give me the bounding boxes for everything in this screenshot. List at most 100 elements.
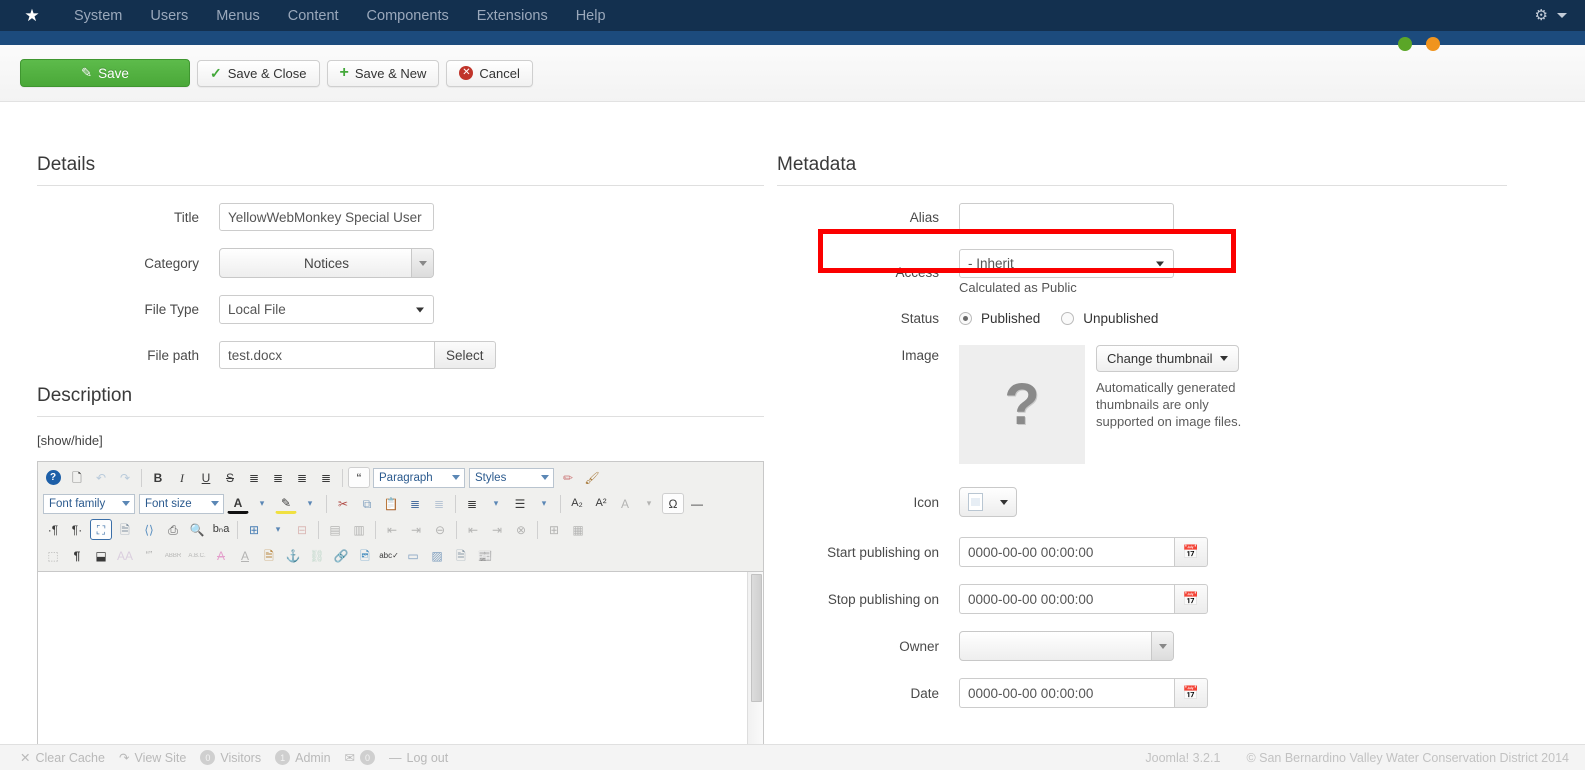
delete-column-icon[interactable]: ⊗ <box>510 519 532 540</box>
chevron-down-icon[interactable] <box>411 249 433 277</box>
access-select[interactable]: - Inherit <box>959 249 1174 278</box>
visual-aid-icon[interactable]: ⬚ <box>42 545 64 566</box>
rtl-direction-icon[interactable]: ¶· <box>66 519 88 540</box>
blockquote-icon[interactable]: “ <box>348 467 370 488</box>
cut-icon[interactable]: ✂ <box>332 493 354 514</box>
show-invisible-characters-icon[interactable]: ¶ <box>66 545 88 566</box>
link-icon[interactable]: 🔗 <box>330 545 352 566</box>
underline-icon[interactable]: U <box>195 467 217 488</box>
clear-formatting-icon[interactable]: A <box>614 493 636 514</box>
file-path-input[interactable] <box>219 341 434 369</box>
editor-content-area[interactable] <box>38 572 763 749</box>
change-thumbnail-button[interactable]: Change thumbnail <box>1096 345 1239 372</box>
topbar-user-options[interactable]: ⚙ <box>1535 0 1567 31</box>
find-replace-icon[interactable]: 🔍 <box>186 519 208 540</box>
title-input[interactable] <box>219 203 434 231</box>
print-icon[interactable]: ⎙ <box>162 519 184 540</box>
calendar-icon[interactable]: 📅 <box>1174 678 1208 708</box>
numbered-list-icon[interactable]: ≣ <box>461 493 483 514</box>
save-and-new-button[interactable]: + Save & New <box>326 59 440 87</box>
clear-formatting-dropdown-icon[interactable]: ▾ <box>638 493 660 514</box>
bullet-list-dropdown-icon[interactable]: ▾ <box>533 493 555 514</box>
joomla-logo-icon[interactable]: ★ <box>20 4 44 28</box>
status-unpublished-radio[interactable] <box>1061 312 1075 325</box>
insert-row-after-icon[interactable]: ⇥ <box>405 519 427 540</box>
menu-item-users[interactable]: Users <box>136 3 202 29</box>
ltr-direction-icon[interactable]: ·¶ <box>42 519 64 540</box>
bold-icon[interactable]: B <box>147 467 169 488</box>
spellcheck-icon[interactable]: bₙa <box>210 519 232 540</box>
toggle-absolute-icon[interactable]: ▨ <box>426 545 448 566</box>
special-character-icon[interactable]: Ω <box>662 493 684 514</box>
italic-icon[interactable]: I <box>171 467 193 488</box>
menu-item-menus[interactable]: Menus <box>202 3 274 29</box>
insert-template-icon[interactable]: 🗎 <box>450 545 472 566</box>
owner-select[interactable] <box>959 631 1174 661</box>
acronym-icon[interactable]: A.B.C. <box>186 545 208 566</box>
paragraph-format-select[interactable]: Paragraph <box>373 467 465 488</box>
align-right-icon[interactable]: ≣ <box>291 467 313 488</box>
alias-input[interactable] <box>959 203 1174 231</box>
insert-layer-icon[interactable]: ▭ <box>402 545 424 566</box>
stop-publishing-input[interactable] <box>959 584 1174 614</box>
align-justify-icon[interactable]: ≣ <box>315 467 337 488</box>
bullet-list-icon[interactable]: ☰ <box>509 493 531 514</box>
gear-icon[interactable]: ⚙ <box>1535 8 1548 23</box>
clear-cache-link[interactable]: ✕ Clear Cache <box>20 750 105 766</box>
highlight-color-icon[interactable]: ✎ <box>275 493 297 514</box>
strikethrough-icon[interactable]: S <box>219 467 241 488</box>
file-type-select[interactable]: Local File <box>219 295 434 324</box>
font-family-select[interactable]: Font family <box>43 493 135 514</box>
insert-column-before-icon[interactable]: ⇤ <box>462 519 484 540</box>
indent-icon[interactable]: ≣ <box>404 493 426 514</box>
start-publishing-input[interactable] <box>959 537 1174 567</box>
calendar-icon[interactable]: 📅 <box>1174 584 1208 614</box>
menu-item-content[interactable]: Content <box>274 3 353 29</box>
fullscreen-icon[interactable]: ⛶ <box>90 519 112 540</box>
cancel-button[interactable]: ✕ Cancel <box>446 59 533 87</box>
insert-column-after-icon[interactable]: ⇥ <box>486 519 508 540</box>
select-file-button[interactable]: Select <box>434 341 496 369</box>
eraser-icon[interactable]: ✏ <box>557 467 579 488</box>
chevron-down-icon[interactable] <box>1151 632 1173 660</box>
horizontal-rule-icon[interactable]: — <box>686 493 708 514</box>
split-cells-icon[interactable]: ⊞ <box>543 519 565 540</box>
source-code-icon[interactable]: ⟨⟩ <box>138 519 160 540</box>
save-button[interactable]: ✎ Save <box>20 59 190 87</box>
table-dropdown-icon[interactable]: ▾ <box>267 519 289 540</box>
help-icon[interactable]: ? <box>42 467 64 488</box>
insert-row-before-icon[interactable]: ⇤ <box>381 519 403 540</box>
menu-item-components[interactable]: Components <box>353 3 463 29</box>
status-published-radio[interactable] <box>959 312 972 325</box>
table-cell-properties-icon[interactable]: ▥ <box>348 519 370 540</box>
text-color-dropdown-icon[interactable]: ▾ <box>251 493 273 514</box>
abbreviation-icon[interactable]: ABBR <box>162 545 184 566</box>
delete-text-icon[interactable]: A <box>210 545 232 566</box>
text-color-icon[interactable]: A <box>227 493 249 514</box>
font-size-select[interactable]: Font size <box>139 493 224 514</box>
insert-media-icon[interactable]: 📰 <box>474 545 496 566</box>
date-input[interactable] <box>959 678 1174 708</box>
menu-item-extensions[interactable]: Extensions <box>463 3 562 29</box>
style-props-icon[interactable]: AA <box>114 545 136 566</box>
highlight-color-dropdown-icon[interactable]: ▾ <box>299 493 321 514</box>
attributes-icon[interactable]: 🗎 <box>258 545 280 566</box>
insert-text-icon[interactable]: A <box>234 545 256 566</box>
align-left-icon[interactable]: ≣ <box>243 467 265 488</box>
table-row-properties-icon[interactable]: ▤ <box>324 519 346 540</box>
view-site-link[interactable]: ↷ View Site <box>119 750 186 766</box>
delete-row-icon[interactable]: ⊖ <box>429 519 451 540</box>
admin-indicator[interactable]: 1 Admin <box>275 750 331 765</box>
delete-table-icon[interactable]: ⊟ <box>291 519 313 540</box>
editor-scrollbar-thumb[interactable] <box>751 574 762 702</box>
outdent-icon[interactable]: ≣ <box>428 493 450 514</box>
logout-link[interactable]: — Log out <box>389 751 448 765</box>
editor-scrollbar[interactable] <box>747 572 763 749</box>
new-document-icon[interactable]: 🗋 <box>66 467 88 488</box>
menu-item-help[interactable]: Help <box>562 3 620 29</box>
subscript-icon[interactable]: A₂ <box>566 493 588 514</box>
save-and-close-button[interactable]: ✓ Save & Close <box>197 59 320 87</box>
visitors-indicator[interactable]: 0 Visitors <box>200 750 261 765</box>
insert-table-icon[interactable]: ⊞ <box>243 519 265 540</box>
anchor-icon[interactable]: ⚓ <box>282 545 304 566</box>
